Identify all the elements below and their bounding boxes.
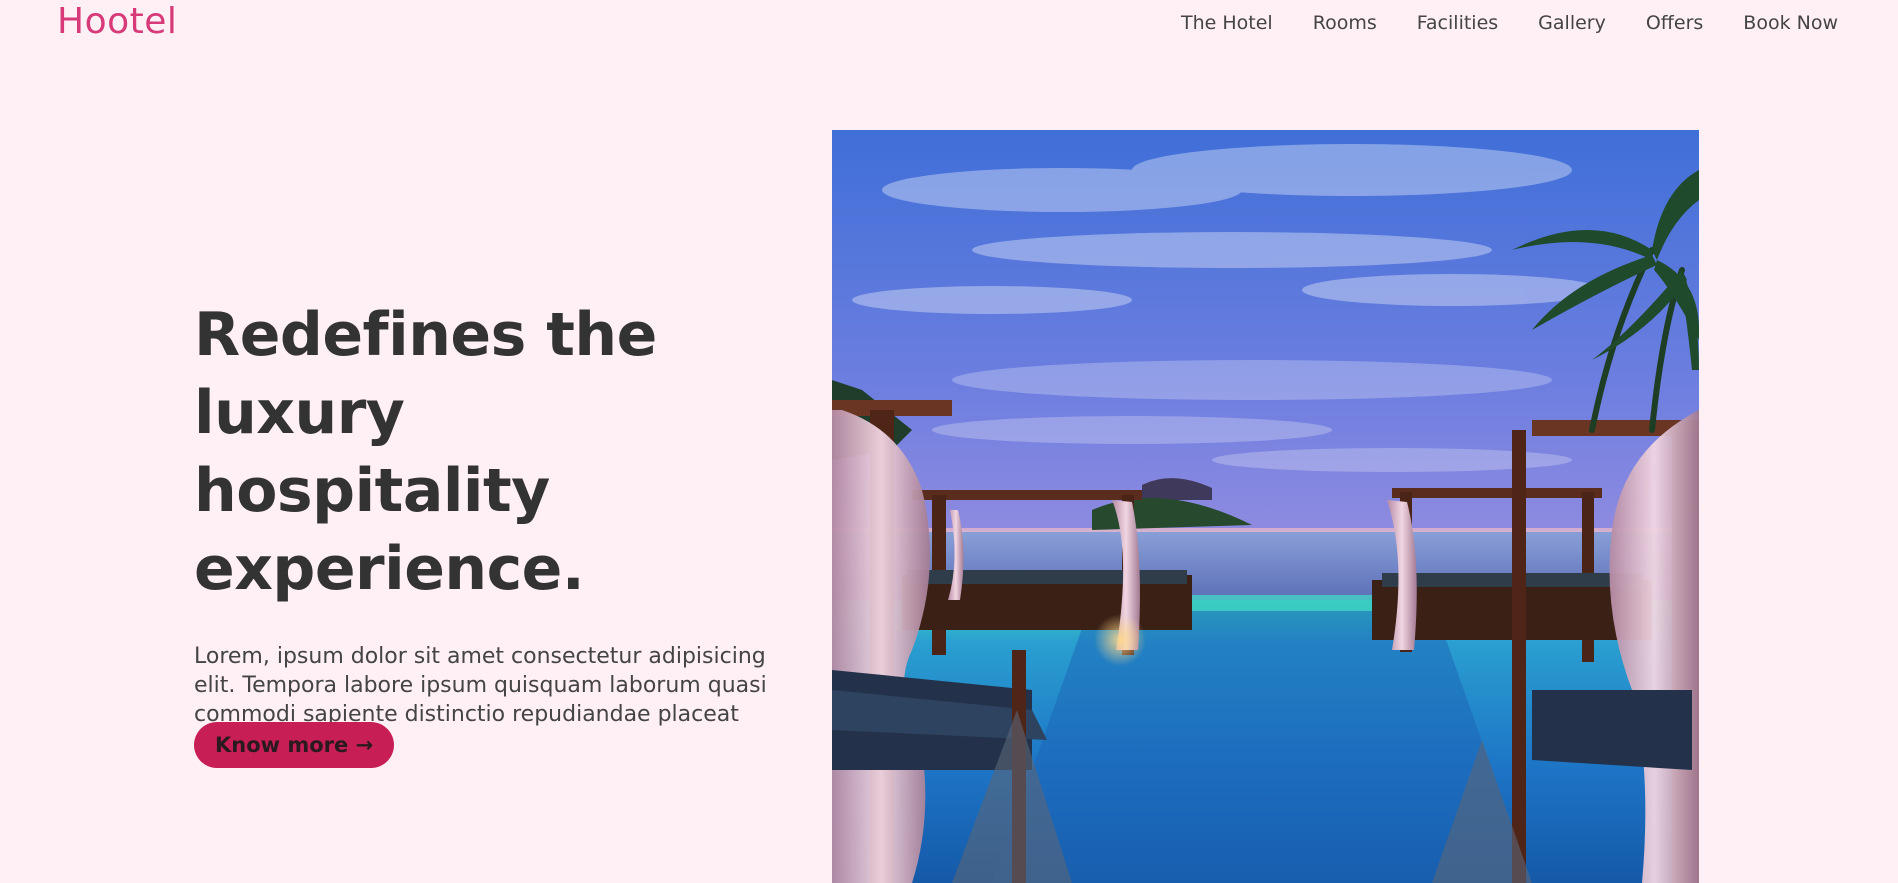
nav-link-gallery[interactable]: Gallery <box>1538 12 1606 34</box>
nav-link-facilities[interactable]: Facilities <box>1417 12 1498 34</box>
know-more-button[interactable]: Know more → <box>194 722 395 768</box>
nav-links: The Hotel Rooms Facilities Gallery Offer… <box>1181 12 1838 34</box>
nav-link-rooms[interactable]: Rooms <box>1313 12 1377 34</box>
nav-link-the-hotel[interactable]: The Hotel <box>1181 12 1273 34</box>
hero-title: Redefines the luxury hospitality experie… <box>194 300 657 604</box>
navbar: Hootel The Hotel Rooms Facilities Galler… <box>0 0 1898 50</box>
nav-link-book-now[interactable]: Book Now <box>1743 12 1838 34</box>
hero-image <box>832 130 1699 883</box>
logo[interactable]: Hootel <box>57 2 177 42</box>
nav-link-offers[interactable]: Offers <box>1646 12 1703 34</box>
hero-text: Redefines the luxury hospitality experie… <box>194 296 774 758</box>
